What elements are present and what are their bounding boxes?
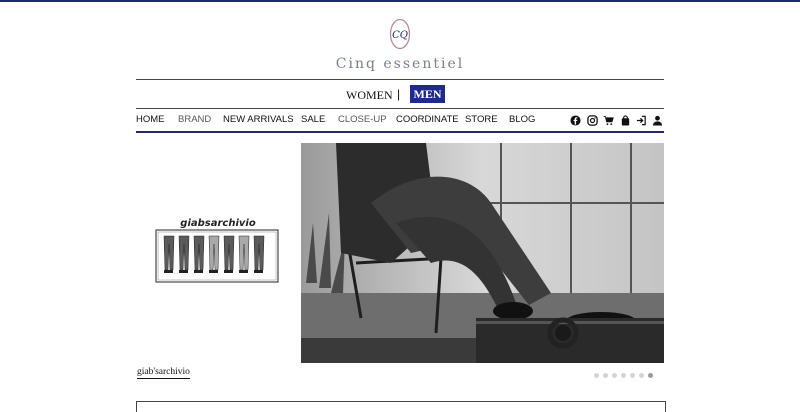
main-nav: HOME BRAND NEW ARRIVALS SALE CLOSE-UP CO…	[136, 114, 664, 128]
facebook-icon[interactable]	[570, 115, 581, 126]
feature-caption-link[interactable]: giab'sarchivio	[137, 367, 190, 379]
cart-icon[interactable]	[603, 115, 614, 126]
brand-monogram-text: CQ	[392, 30, 408, 41]
nav-home[interactable]: HOME	[136, 114, 165, 125]
carousel-dot[interactable]	[630, 373, 635, 378]
login-icon[interactable]	[636, 115, 647, 126]
men-tab[interactable]: MEN	[410, 85, 445, 103]
nav-close-up[interactable]: CLOSE-UP	[338, 114, 387, 125]
carousel-dot-active[interactable]	[648, 373, 653, 378]
nav-coordinate[interactable]: COORDINATE	[396, 114, 459, 125]
shopping-bag-icon[interactable]	[620, 115, 631, 126]
top-accent-strip	[0, 0, 800, 2]
brand-monogram-logo[interactable]: CQ	[389, 18, 411, 50]
carousel-dot[interactable]	[612, 373, 617, 378]
user-icon[interactable]	[652, 115, 663, 126]
carousel-dot[interactable]	[639, 373, 644, 378]
carousel-dot[interactable]	[603, 373, 608, 378]
nav-blog[interactable]: BLOG	[509, 114, 535, 125]
nav-bottom-divider	[136, 131, 664, 133]
carousel-dot[interactable]	[594, 373, 599, 378]
hero-photo-seated-man[interactable]	[301, 143, 664, 363]
nav-sale[interactable]: SALE	[301, 114, 325, 125]
nav-new-arrivals[interactable]: NEW ARRIVALS	[223, 114, 294, 125]
next-section-box	[136, 401, 666, 412]
nav-top-divider	[136, 108, 664, 109]
brand-name[interactable]: Cinq essentiel	[0, 56, 800, 72]
carousel-dot[interactable]	[621, 373, 626, 378]
instagram-icon[interactable]	[587, 115, 598, 126]
nav-store[interactable]: STORE	[465, 114, 498, 125]
nav-brand[interactable]: BRAND	[178, 114, 211, 125]
gender-separator: |	[397, 87, 401, 101]
gender-switch: WOMEN | MEN	[0, 85, 800, 105]
women-tab[interactable]: WOMEN	[346, 88, 393, 103]
giabsarchivio-logo-text: giabsarchivio	[180, 218, 256, 229]
header-divider	[136, 79, 664, 80]
